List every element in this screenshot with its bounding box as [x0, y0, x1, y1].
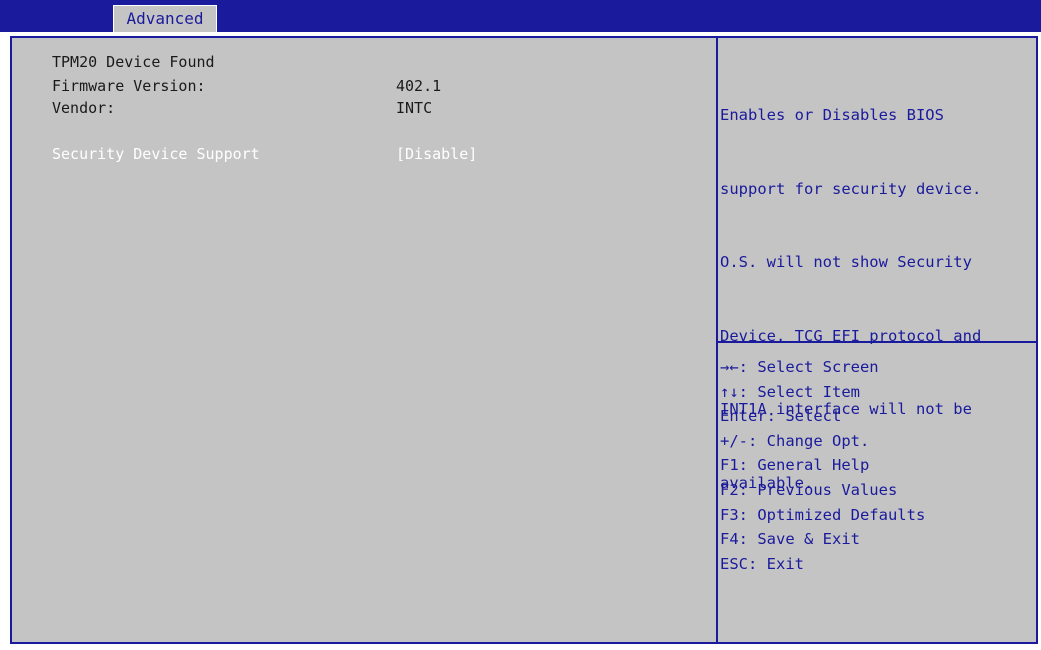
key-general-help: F1: General Help [720, 456, 870, 475]
key-legend: →←: Select Screen ↑↓: Select Item Enter:… [720, 355, 1038, 576]
key-esc-exit: ESC: Exit [720, 554, 804, 573]
main-panel: TPM20 Device Found Firmware Version: 402… [10, 36, 1038, 644]
help-line: O.S. will not show Security [720, 253, 972, 271]
vendor-label: Vendor: [52, 99, 116, 117]
tpm-device-found-label: TPM20 Device Found [52, 53, 215, 71]
vendor-value: INTC [396, 99, 433, 117]
key-optimized-defaults: F3: Optimized Defaults [720, 505, 926, 524]
firmware-version-value: 402.1 [396, 77, 442, 95]
help-line: Enables or Disables BIOS [720, 106, 944, 124]
tab-advanced[interactable]: Advanced [113, 5, 217, 32]
help-line: Device. TCG EFI protocol and [720, 326, 982, 345]
key-save-exit: F4: Save & Exit [720, 530, 860, 549]
help-line: support for security device. [720, 179, 982, 198]
key-previous-values: F2: Previous Values [720, 480, 898, 499]
key-change-opt: +/-: Change Opt. [720, 431, 870, 450]
key-enter-select: Enter: Select [720, 407, 842, 426]
panel-divider [716, 38, 718, 642]
key-select-screen: →←: Select Screen [720, 358, 879, 376]
firmware-version-label: Firmware Version: [52, 77, 206, 95]
top-menu-bar: Advanced [0, 0, 1041, 32]
security-device-support-label[interactable]: Security Device Support [52, 144, 260, 164]
security-device-support-value[interactable]: [Disable] [396, 144, 477, 164]
key-select-item: ↑↓: Select Item [720, 382, 860, 401]
